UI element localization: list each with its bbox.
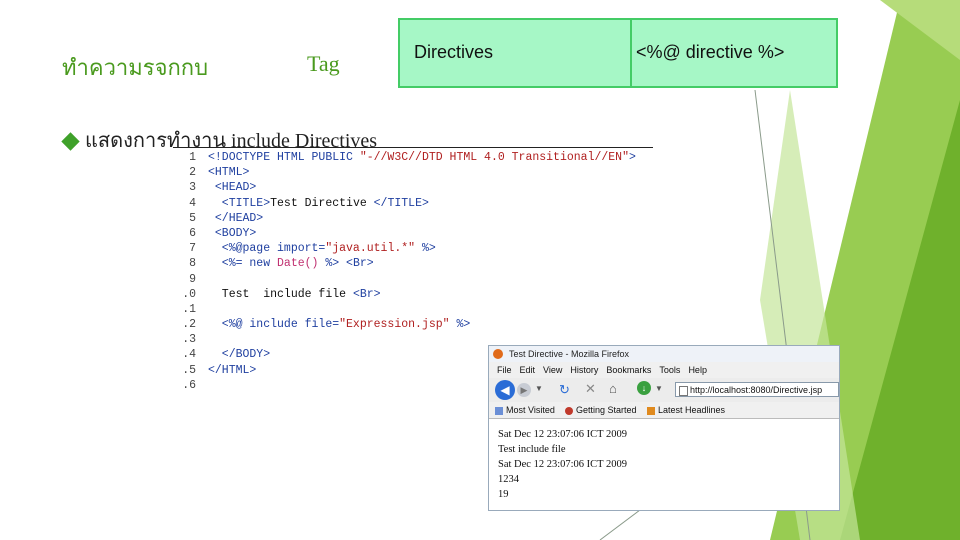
browser-titlebar: Test Directive - Mozilla Firefox (489, 346, 839, 362)
slide-heading: ทำความรจกกบ (62, 55, 209, 80)
code-token: </TITLE> (373, 196, 429, 210)
bullet-text-en: include Directives (226, 130, 378, 152)
code-token: <HTML> (208, 166, 250, 180)
code-token: </HEAD> (208, 211, 264, 225)
line-number: .1 (182, 302, 196, 316)
directive-table-syntax: <%@ directive %> (636, 42, 785, 62)
code-token: </HTML> (208, 363, 257, 377)
code-token: <TITLE> (208, 196, 271, 210)
code-token: %> (415, 242, 436, 256)
bookmarks-toolbar: Most Visited Getting Started Latest Head… (489, 402, 839, 419)
directive-table: Directives <%@ directive %> (398, 18, 838, 88)
line-number: .5 (182, 363, 196, 377)
code-token: <BODY> (208, 226, 257, 240)
code-line: .1 (180, 302, 636, 317)
code-line: 2 <HTML> (180, 165, 636, 180)
code-token: <%@ include file= (208, 318, 340, 332)
code-line: 5 </HEAD> (180, 211, 636, 226)
line-number: 4 (189, 196, 196, 210)
code-token: Date() (277, 257, 319, 271)
code-token: %> (449, 318, 471, 332)
browser-window: Test Directive - Mozilla Firefox File Edi… (488, 345, 840, 511)
code-line: .0 Test include file <Br> (180, 287, 636, 302)
output-line: 1234 (498, 474, 519, 485)
menu-item-view[interactable]: View (543, 365, 562, 375)
line-number: 8 (189, 257, 196, 271)
address-bar-url: http://localhost:8080/Directive.jsp (690, 385, 823, 395)
menu-item-file[interactable]: File (497, 365, 512, 375)
line-number: .0 (182, 287, 196, 301)
heading-tag-label: Tag (307, 51, 340, 76)
line-number: 7 (189, 242, 196, 256)
firefox-bookmark-icon (565, 406, 573, 415)
code-line: 9 (180, 272, 636, 287)
download-dropdown-icon[interactable]: ▼ (655, 384, 663, 393)
line-number: .3 (182, 333, 196, 347)
bookmark-star-icon (495, 406, 503, 415)
menu-item-help[interactable]: Help (688, 365, 707, 375)
divider-line (173, 147, 653, 148)
download-icon[interactable]: ↓ (637, 381, 651, 395)
bookmark-getting-started[interactable]: Getting Started (565, 402, 637, 418)
output-line: Sat Dec 12 23:07:06 ICT 2009 (498, 459, 628, 470)
line-number: 1 (189, 151, 196, 164)
code-token: <Br> (352, 287, 381, 301)
code-token: <%@page import= (208, 242, 326, 256)
code-line: 7 <%@page import="java.util.*" %> (180, 241, 636, 256)
firefox-icon (493, 349, 503, 359)
code-token: "java.util.*" (325, 242, 416, 256)
line-number: 9 (189, 272, 196, 286)
reload-icon[interactable]: ↻ (559, 383, 570, 397)
output-line: 19 (498, 489, 509, 500)
code-line: 3 <HEAD> (180, 180, 636, 195)
browser-navbar: ◀ ▶ ▼ ↻ ✕ ⌂ ↓ ▼ http://localhost:8080/Di… (489, 378, 839, 402)
code-line: 6 <BODY> (180, 226, 636, 241)
line-number: .6 (182, 378, 196, 392)
bookmark-most-visited[interactable]: Most Visited (495, 402, 555, 418)
stop-icon[interactable]: ✕ (585, 382, 596, 396)
home-icon[interactable]: ⌂ (609, 382, 617, 396)
browser-menubar: File Edit View History Bookmarks Tools Help (489, 362, 839, 378)
browser-title: Test Directive - Mozilla Firefox (509, 349, 630, 359)
code-token: > (628, 151, 636, 164)
bookmark-latest-headlines[interactable]: Latest Headlines (647, 402, 725, 418)
line-number: .4 (182, 348, 196, 362)
code-line: 4 <TITLE>Test Directive </TITLE> (180, 196, 636, 211)
browser-page-content: Sat Dec 12 23:07:06 ICT 2009 Test include… (489, 419, 839, 502)
code-token: "-//W3C//DTD HTML 4.0 Transitional//EN" (359, 151, 629, 164)
forward-arrow-icon[interactable]: ▶ (517, 383, 531, 397)
address-bar[interactable]: http://localhost:8080/Directive.jsp (675, 382, 839, 397)
output-line: Test include file (498, 444, 566, 455)
menu-item-history[interactable]: History (570, 365, 598, 375)
line-number: 5 (189, 211, 196, 225)
page-icon (679, 386, 688, 396)
menu-item-edit[interactable]: Edit (520, 365, 536, 375)
back-arrow-icon[interactable]: ◀ (495, 380, 515, 400)
output-line: Sat Dec 12 23:07:06 ICT 2009 (498, 429, 628, 440)
directive-table-name: Directives (414, 42, 494, 62)
history-dropdown-icon[interactable]: ▼ (535, 384, 543, 393)
code-token: Test Directive (270, 196, 374, 210)
line-number: 3 (189, 181, 196, 195)
menu-item-tools[interactable]: Tools (659, 365, 680, 375)
line-number: 2 (189, 166, 196, 180)
diamond-bullet-icon (61, 132, 80, 151)
bullet-text-thai: แสดงการทำงาน (85, 130, 227, 152)
line-number: 6 (189, 226, 196, 240)
code-token: %> <Br> (318, 257, 374, 271)
code-token: </BODY> (208, 348, 271, 362)
rss-feed-icon (647, 406, 655, 415)
code-token: <!DOCTYPE HTML PUBLIC (208, 151, 360, 164)
code-line: .2 <%@ include file="Expression.jsp" %> (180, 317, 636, 332)
line-number: .2 (182, 318, 196, 332)
code-token: <%= new (208, 257, 278, 271)
code-token: <HEAD> (208, 181, 257, 195)
menu-item-bookmarks[interactable]: Bookmarks (606, 365, 651, 375)
code-line: 1 <!DOCTYPE HTML PUBLIC "-//W3C//DTD HTML… (180, 150, 636, 165)
code-line: 8 <%= new Date() %> <Br> (180, 256, 636, 271)
code-token: "Expression.jsp" (339, 318, 450, 332)
code-token: Test include file (208, 287, 353, 301)
